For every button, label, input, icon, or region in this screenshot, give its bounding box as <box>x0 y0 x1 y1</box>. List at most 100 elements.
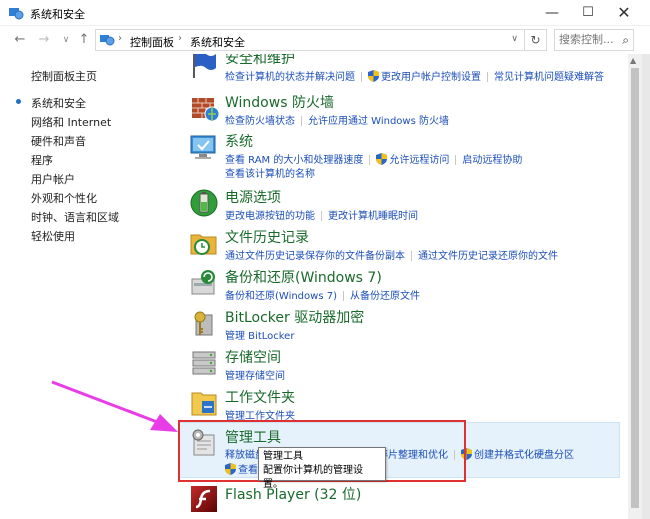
category-heading[interactable]: 存储空间 <box>225 347 281 367</box>
nav-appearance[interactable]: 外观和个性化 <box>31 190 97 206</box>
link[interactable]: 允许远程访问 <box>389 155 449 166</box>
link[interactable]: 管理 BitLocker <box>225 331 294 342</box>
background-window-edge <box>642 54 650 519</box>
link[interactable]: 启动远程协助 <box>462 155 522 166</box>
scroll-thumb[interactable] <box>631 68 639 508</box>
file-history-icon <box>190 234 217 255</box>
left-navigation: 控制面板主页 系统和安全 网络和 Internet 硬件和声音 程序 用户帐户 … <box>0 54 175 519</box>
nav-programs[interactable]: 程序 <box>31 152 53 168</box>
uac-shield-icon <box>225 463 236 475</box>
breadcrumb-separator[interactable]: › <box>118 33 122 44</box>
category-links: 更改电源按钮的功能 更改计算机睡眠时间 <box>225 207 418 222</box>
category-links: 备份和还原(Windows 7) 从备份还原文件 <box>225 287 420 302</box>
admin-tools-icon <box>192 429 215 456</box>
storage-spaces-icon <box>192 351 216 375</box>
flash-player-icon <box>191 486 217 512</box>
backup-icon <box>191 270 215 295</box>
category-links: 查看 RAM 的大小和处理器速度 允许远程访问 启动远程协助 <box>225 151 522 166</box>
category-links: 通过文件历史记录保存你的文件备份副本 通过文件历史记录还原你的文件 <box>225 247 558 262</box>
link[interactable]: 查看该计算机的名称 <box>225 169 315 180</box>
computer-icon <box>190 135 216 159</box>
minimize-button[interactable]: — <box>534 0 570 26</box>
category-heading[interactable]: BitLocker 驱动器加密 <box>225 307 364 327</box>
link-divider <box>361 72 362 82</box>
forward-button[interactable]: → <box>36 32 52 48</box>
close-button[interactable]: ✕ <box>606 0 642 26</box>
category-heading[interactable]: 工作文件夹 <box>225 387 295 407</box>
uac-shield-icon <box>368 70 379 82</box>
link-divider <box>411 251 412 261</box>
link[interactable]: 备份和还原(Windows 7) <box>225 291 337 302</box>
category-links: 检查防火墙状态 允许应用通过 Windows 防火墙 <box>225 112 449 127</box>
category-heading[interactable]: 备份和还原(Windows 7) <box>225 267 382 287</box>
window-title: 系统和安全 <box>30 8 85 21</box>
category-links: 管理工作文件夹 <box>225 407 295 422</box>
link[interactable]: 常见计算机问题疑难解答 <box>494 72 604 83</box>
category-links: 检查计算机的状态并解决问题 更改用户帐户控制设置 常见计算机问题疑难解答 <box>225 68 604 83</box>
uac-shield-icon <box>376 153 388 165</box>
recent-locations-button[interactable]: ∨ <box>58 32 74 48</box>
search-icon[interactable]: ⌕ <box>622 33 629 48</box>
link-divider <box>455 155 457 165</box>
category-heading[interactable]: 文件历史记录 <box>225 227 309 247</box>
category-links: 管理 BitLocker <box>225 327 294 342</box>
back-button[interactable]: ← <box>12 32 28 48</box>
link-divider <box>342 291 344 301</box>
category-heading[interactable]: Windows 防火墙 <box>225 92 334 112</box>
link[interactable]: 检查防火墙状态 <box>225 116 295 127</box>
link[interactable]: 检查计算机的状态并解决问题 <box>225 72 355 83</box>
link[interactable]: 管理工作文件夹 <box>225 411 295 422</box>
scroll-up-icon[interactable]: ▲ <box>630 56 636 65</box>
maximize-button[interactable]: ☐ <box>570 0 606 26</box>
title-bar: 系统和安全 — ☐ ✕ <box>0 0 650 26</box>
chevron-down-icon[interactable]: ∨ <box>511 34 518 44</box>
tooltip-text: 配置你计算机的管理设置。 <box>263 465 363 490</box>
nav-network-internet[interactable]: 网络和 Internet <box>31 114 111 130</box>
category-links: 管理存储空间 <box>225 367 285 382</box>
link[interactable]: 从备份还原文件 <box>350 291 420 302</box>
nav-control-panel-home[interactable]: 控制面板主页 <box>31 68 97 84</box>
breadcrumb-separator[interactable]: › <box>178 33 182 44</box>
nav-user-accounts[interactable]: 用户帐户 <box>31 171 75 187</box>
link[interactable]: 管理存储空间 <box>225 371 285 382</box>
tooltip: 管理工具 配置你计算机的管理设置。 <box>258 447 386 490</box>
nav-ease-of-access[interactable]: 轻松使用 <box>31 228 75 244</box>
uac-shield-icon <box>461 448 472 460</box>
category-heading[interactable]: 管理工具 <box>225 427 281 447</box>
category-heading[interactable]: 电源选项 <box>225 187 281 207</box>
category-heading[interactable]: 安全和维护 <box>225 54 295 68</box>
battery-icon <box>190 189 218 217</box>
link[interactable]: 允许应用通过 Windows 防火墙 <box>308 116 449 127</box>
link-divider <box>454 450 455 460</box>
nav-hardware-sound[interactable]: 硬件和声音 <box>31 133 86 149</box>
link[interactable]: 通过文件历史记录还原你的文件 <box>418 251 558 262</box>
flag-icon <box>193 54 216 78</box>
work-folders-icon <box>191 392 217 416</box>
search-input[interactable] <box>559 33 615 46</box>
link[interactable]: 创建并格式化硬盘分区 <box>474 450 574 461</box>
breadcrumb-control-panel[interactable]: 控制面板 <box>130 34 174 50</box>
up-button[interactable]: ↑ <box>76 32 92 48</box>
category-heading[interactable]: 系统 <box>225 131 253 151</box>
link-divider <box>321 211 322 221</box>
tooltip-title: 管理工具 <box>263 451 303 462</box>
search-box[interactable]: ⌕ <box>554 29 634 51</box>
link-divider <box>487 72 488 82</box>
navigation-bar: ← → ∨ ↑ › 控制面板 › 系统和安全 ∨ ↻ ⌕ <box>0 26 650 54</box>
bitlocker-key-icon <box>194 311 213 336</box>
link[interactable]: 更改电源按钮的功能 <box>225 211 315 222</box>
breadcrumb-system-security[interactable]: 系统和安全 <box>190 34 245 50</box>
current-indicator <box>16 99 21 104</box>
refresh-button[interactable]: ↻ <box>525 29 547 51</box>
vertical-scrollbar[interactable]: ▲ <box>628 54 642 519</box>
category-links-secondary: 查看该计算机的名称 <box>225 165 315 180</box>
link[interactable]: 更改用户帐户控制设置 <box>381 72 481 83</box>
link-divider <box>301 116 302 126</box>
control-panel-icon <box>9 8 24 20</box>
address-bar[interactable]: › 控制面板 › 系统和安全 ∨ <box>95 29 525 51</box>
link[interactable]: 更改计算机睡眠时间 <box>328 211 418 222</box>
link[interactable]: 通过文件历史记录保存你的文件备份副本 <box>225 251 405 262</box>
control-panel-icon <box>100 35 115 46</box>
link-divider <box>369 155 371 165</box>
nav-clock-region[interactable]: 时钟、语言和区域 <box>31 209 119 225</box>
